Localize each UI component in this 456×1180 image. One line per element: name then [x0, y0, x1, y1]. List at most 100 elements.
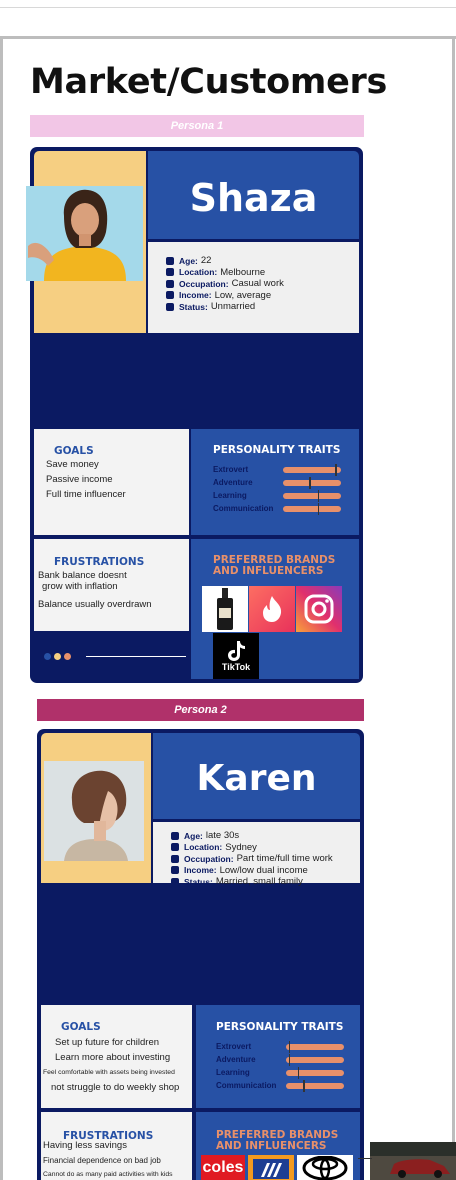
info-value: late 30s [205, 830, 240, 842]
trait-bar [286, 1053, 344, 1066]
persona-1-frustrations: FRUSTRATIONS Bank balance doesnt grow wi… [34, 539, 189, 631]
trait-name: Learning [213, 491, 247, 500]
dollar-icon [171, 866, 179, 875]
info-label: Status: [179, 301, 208, 312]
trait-level-mark [288, 1053, 291, 1066]
persona-1-name: Shaza [148, 151, 359, 239]
top-bar [0, 0, 456, 8]
goal-item: Passive income [46, 474, 113, 485]
persona-1-traits: PERSONALITY TRAITS Extrovert Adventure L… [191, 429, 359, 535]
location-pin-icon [166, 268, 174, 277]
trait-level-mark [309, 476, 311, 489]
trait-bar [283, 463, 341, 476]
trait-name: Extrovert [213, 465, 249, 474]
frustration-item: Bank balance doesnt [38, 570, 127, 581]
frustration-item: Having less savings [43, 1140, 127, 1151]
user-icon [166, 256, 174, 265]
trait-row: Learning [216, 1066, 344, 1079]
persona-1-tag: Persona 1 [30, 115, 364, 137]
brands-title-2: AND INFLUENCERS [213, 565, 324, 577]
info-value: Low/low dual income [219, 864, 308, 876]
car-thumbnail-image [370, 1142, 456, 1180]
info-value: Married, small family [215, 876, 303, 888]
whiskey-bottle-icon [217, 588, 233, 630]
goal-item: not struggle to do weekly shop [51, 1082, 180, 1093]
persona-2-info: Age: late 30s Location: Sydney Occupation:… [153, 822, 360, 887]
persona-1-info: Age: 22 Location: Melbourne Occupation: Cas… [148, 242, 359, 333]
trait-bar [286, 1040, 344, 1053]
decorative-line [86, 656, 186, 657]
trait-bar [283, 476, 341, 489]
tiktok-logo: TikTok [213, 633, 259, 679]
persona-2-traits: PERSONALITY TRAITS Extrovert Adventure L… [196, 1005, 360, 1108]
trait-row: Communication [216, 1079, 344, 1092]
goals-title: GOALS [54, 445, 94, 457]
persona-2-age-row: Age: late 30s [171, 830, 360, 842]
traits-title: PERSONALITY TRAITS [213, 444, 341, 456]
jack-daniels-logo [202, 586, 248, 632]
trait-level-mark [303, 1079, 305, 1092]
trait-level-mark [297, 1066, 300, 1079]
goal-item: Set up future for children [55, 1037, 160, 1048]
info-label: Occupation: [184, 853, 234, 864]
info-value: Part time/full time work [236, 853, 333, 865]
brands-title-2: AND INFLUENCERS [216, 1140, 327, 1152]
coles-logo: coles [201, 1155, 245, 1180]
woman-portrait-image [26, 186, 143, 281]
persona-1-location-row: Location: Melbourne [166, 267, 359, 279]
tiktok-label: TikTok [221, 662, 251, 672]
info-value: Low, average [214, 289, 272, 301]
persona-2-name: Karen [153, 733, 360, 819]
persona-2-frustrations: FRUSTRATIONS Having less savings Financi… [41, 1112, 192, 1180]
info-label: Status: [184, 876, 213, 887]
info-label: Age: [184, 830, 203, 841]
info-label: Income: [179, 290, 212, 301]
briefcase-icon [166, 279, 174, 288]
info-value: Melbourne [220, 266, 266, 278]
info-label: Income: [184, 865, 217, 876]
frustration-item: Balance usually overdrawn [38, 599, 152, 610]
persona-1-photo [26, 186, 143, 281]
moon-icon [166, 302, 174, 311]
goal-item: Learn more about investing [55, 1052, 171, 1063]
persona-1-goals: GOALS Save money Passive income Full tim… [34, 429, 189, 535]
dollar-icon [166, 291, 174, 300]
trait-row: Adventure [216, 1053, 344, 1066]
trait-name: Communication [216, 1081, 277, 1090]
trait-bar [286, 1066, 344, 1079]
woman-profile-portrait-image [44, 761, 144, 861]
trait-row: Adventure [213, 476, 341, 489]
trait-name: Communication [213, 504, 274, 513]
moon-icon [171, 877, 179, 886]
goal-item: Full time influencer [46, 489, 126, 500]
frustration-item: Financial dependence on bad job [43, 1156, 161, 1165]
info-label: Occupation: [179, 278, 229, 289]
trait-level-mark [335, 463, 337, 476]
frustration-item: grow with inflation [42, 581, 118, 592]
aldi-stripes-icon [253, 1158, 289, 1179]
persona-2-location-row: Location: Sydney [171, 842, 360, 854]
persona-2-tag: Persona 2 [37, 699, 364, 721]
user-icon [171, 831, 179, 840]
persona-2-goals: GOALS Set up future for children Learn m… [41, 1005, 192, 1108]
trait-name: Extrovert [216, 1042, 252, 1051]
briefcase-icon [171, 854, 179, 863]
flame-icon [263, 596, 282, 622]
location-pin-icon [171, 843, 179, 852]
trait-name: Adventure [213, 478, 253, 487]
persona-1-age-row: Age: 22 [166, 255, 359, 267]
info-label: Age: [179, 255, 198, 266]
trait-level-mark [317, 502, 320, 515]
trait-row: Communication [213, 502, 341, 515]
trait-name: Adventure [216, 1055, 256, 1064]
info-value: 22 [200, 255, 212, 267]
persona-2-status-row: Status: Married, small family [171, 876, 360, 888]
persona-2-income-row: Income: Low/low dual income [171, 865, 360, 877]
trait-level-mark [317, 489, 320, 502]
trait-row: Learning [213, 489, 341, 502]
frustration-item: Cannot do as many paid activities with k… [43, 1171, 173, 1178]
info-value: Unmarried [210, 301, 256, 313]
slide-frame-right-edge [452, 36, 455, 1180]
persona-1-status-row: Status: Unmarried [166, 301, 359, 313]
traits-title: PERSONALITY TRAITS [216, 1021, 344, 1033]
